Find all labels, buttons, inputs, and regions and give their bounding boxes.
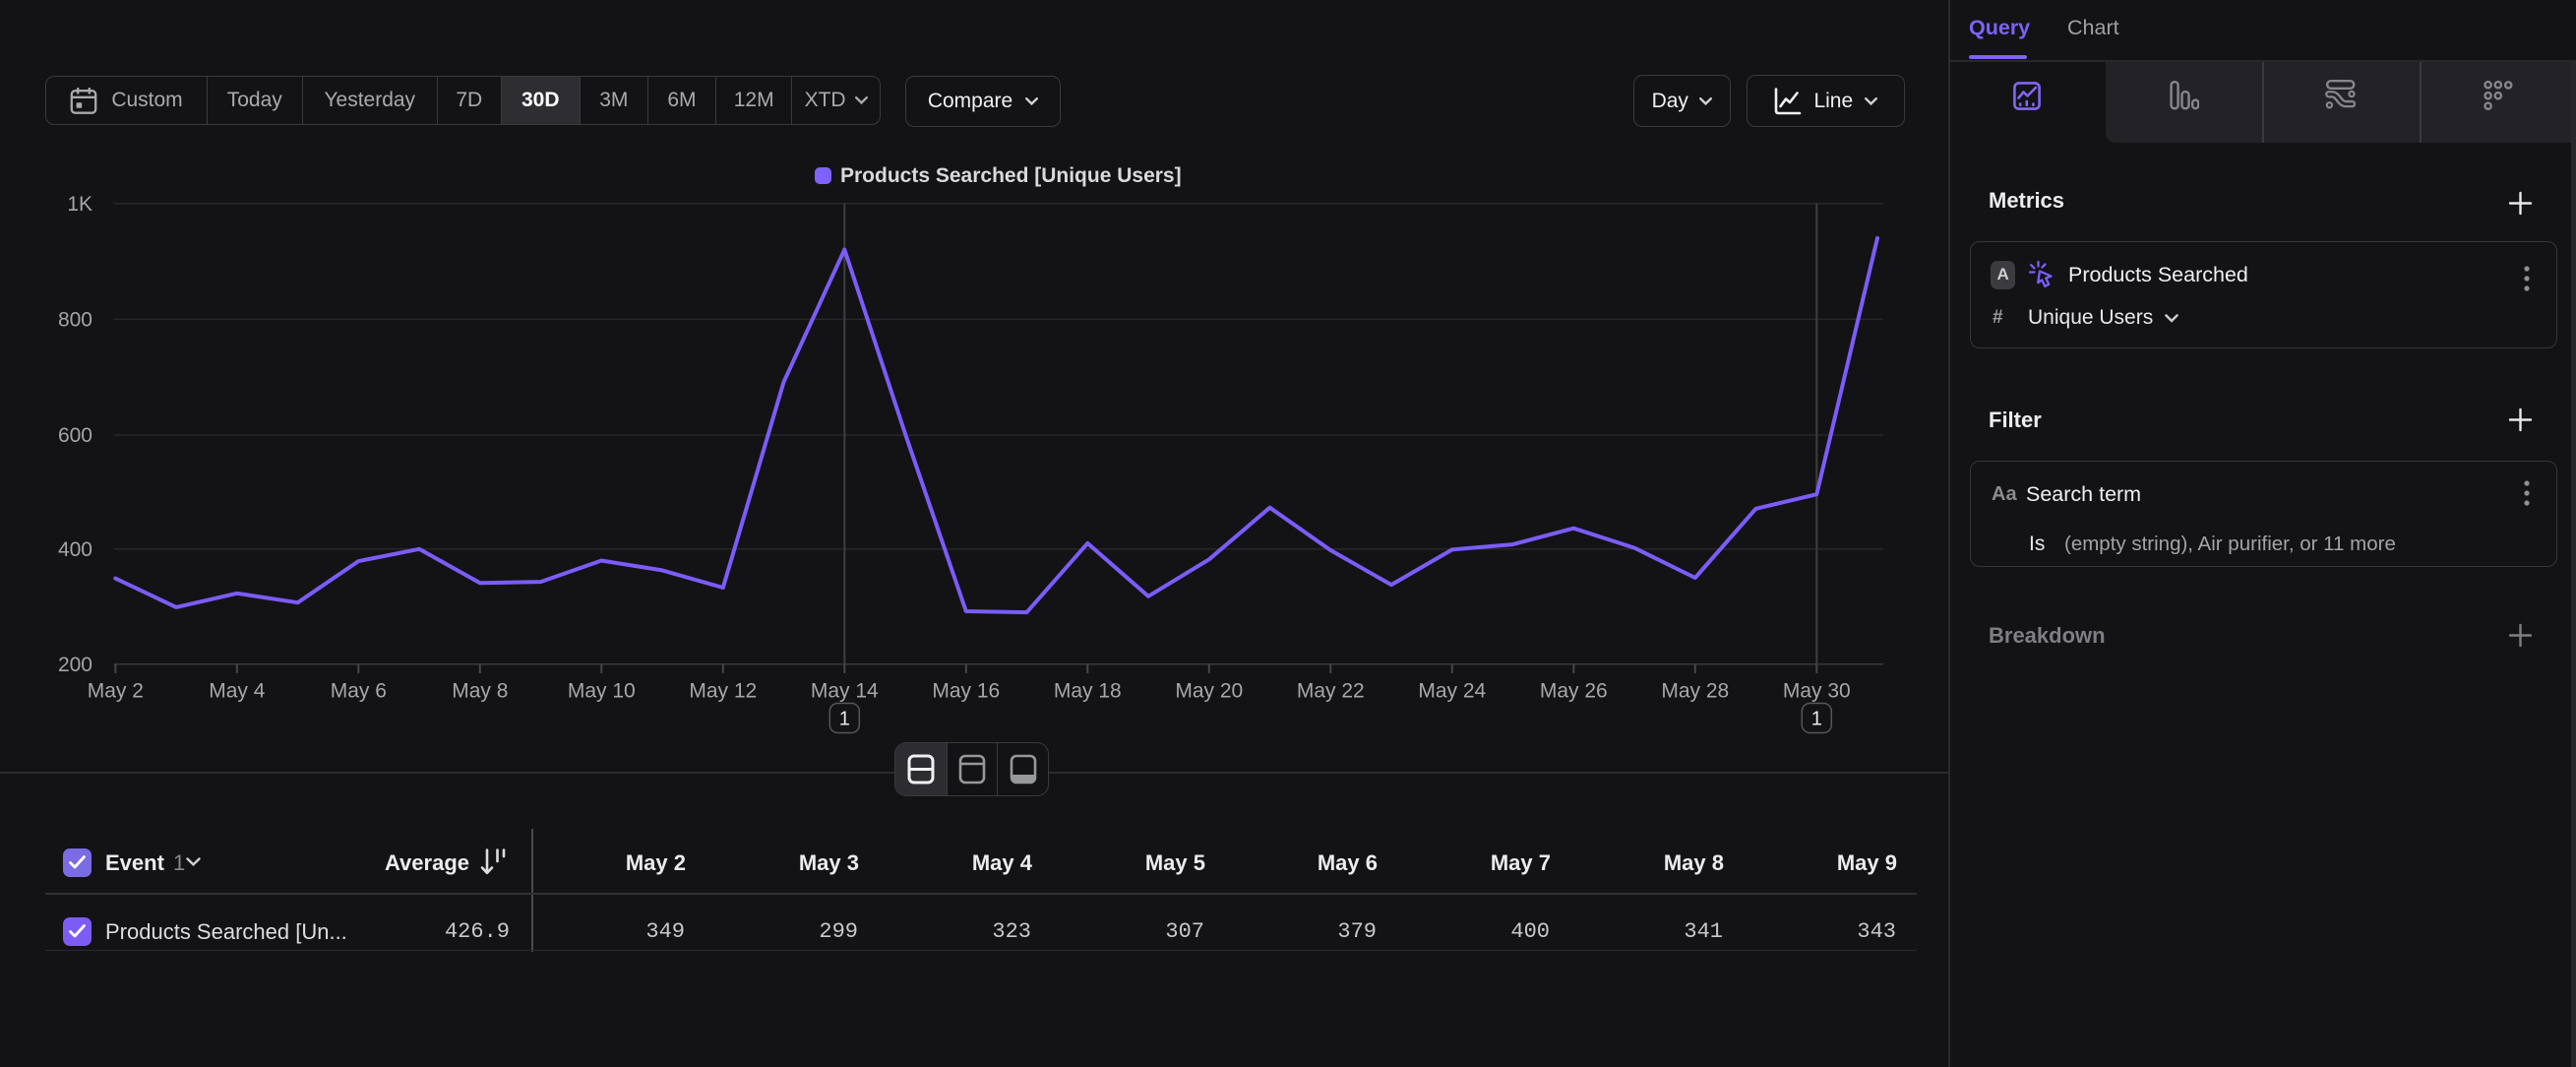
svg-text:May 26: May 26 xyxy=(1540,680,1608,703)
svg-text:800: 800 xyxy=(58,309,92,332)
svg-text:600: 600 xyxy=(58,424,92,447)
svg-text:400: 400 xyxy=(58,538,92,561)
svg-text:May 10: May 10 xyxy=(568,680,636,703)
svg-text:May 2: May 2 xyxy=(88,680,144,703)
svg-text:May 30: May 30 xyxy=(1783,680,1851,703)
svg-text:1K: 1K xyxy=(67,193,92,216)
svg-text:May 8: May 8 xyxy=(452,680,508,703)
svg-text:May 24: May 24 xyxy=(1418,680,1486,703)
svg-text:May 12: May 12 xyxy=(689,680,757,703)
svg-text:May 16: May 16 xyxy=(932,680,1000,703)
svg-text:May 14: May 14 xyxy=(811,680,879,703)
svg-text:May 4: May 4 xyxy=(209,680,266,703)
svg-text:May 22: May 22 xyxy=(1297,680,1365,703)
svg-text:May 28: May 28 xyxy=(1661,680,1729,703)
svg-text:May 18: May 18 xyxy=(1054,680,1122,703)
svg-text:May 6: May 6 xyxy=(331,680,387,703)
svg-text:1: 1 xyxy=(839,709,850,730)
svg-text:200: 200 xyxy=(58,654,92,676)
svg-text:1: 1 xyxy=(1811,709,1822,730)
svg-text:May 20: May 20 xyxy=(1175,680,1243,703)
